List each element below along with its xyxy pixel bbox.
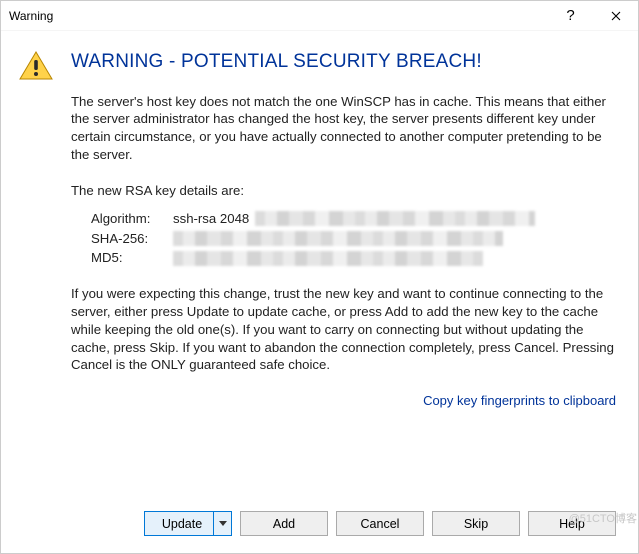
add-button[interactable]: Add xyxy=(240,511,328,536)
text-column: WARNING - POTENTIAL SECURITY BREACH! The… xyxy=(71,49,616,491)
button-row: Update Add Cancel Skip Help xyxy=(1,501,638,550)
skip-button[interactable]: Skip xyxy=(432,511,520,536)
chevron-down-icon xyxy=(219,521,227,526)
md5-label: MD5: xyxy=(91,249,173,267)
close-button[interactable] xyxy=(593,1,638,31)
algorithm-row: Algorithm: ssh-rsa 2048 xyxy=(91,210,616,228)
redacted-block xyxy=(173,251,483,266)
close-icon xyxy=(611,11,621,21)
redacted-block xyxy=(173,231,503,246)
help-titlebar-button[interactable]: ? xyxy=(548,1,593,31)
update-dropdown[interactable] xyxy=(213,512,231,535)
algorithm-label: Algorithm: xyxy=(91,210,173,228)
key-details: Algorithm: ssh-rsa 2048 SHA-256: MD5: xyxy=(71,210,616,267)
warning-icon xyxy=(19,51,53,81)
sha256-row: SHA-256: xyxy=(91,230,616,248)
dialog-heading: WARNING - POTENTIAL SECURITY BREACH! xyxy=(71,49,616,75)
update-button[interactable]: Update xyxy=(144,511,232,536)
help-button[interactable]: Help xyxy=(528,511,616,536)
copy-fingerprints-link[interactable]: Copy key fingerprints to clipboard xyxy=(423,393,616,408)
sha256-label: SHA-256: xyxy=(91,230,173,248)
redacted-block xyxy=(255,211,535,226)
intro-paragraph: The server's host key does not match the… xyxy=(71,93,616,164)
window-title: Warning xyxy=(9,9,548,23)
key-intro: The new RSA key details are: xyxy=(71,182,616,200)
md5-row: MD5: xyxy=(91,249,616,267)
update-button-label: Update xyxy=(162,517,202,531)
algorithm-value: ssh-rsa 2048 xyxy=(173,210,249,228)
instruction-paragraph: If you were expecting this change, trust… xyxy=(71,285,616,374)
link-row: Copy key fingerprints to clipboard xyxy=(71,392,616,410)
icon-column xyxy=(19,49,71,491)
titlebar: Warning ? xyxy=(1,1,638,31)
cancel-button[interactable]: Cancel xyxy=(336,511,424,536)
dialog-content: WARNING - POTENTIAL SECURITY BREACH! The… xyxy=(1,31,638,501)
